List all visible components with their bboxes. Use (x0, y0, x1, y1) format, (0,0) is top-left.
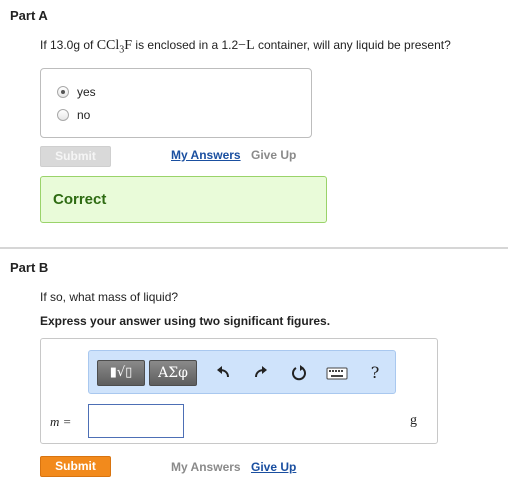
radio-yes-label[interactable]: yes (77, 85, 96, 99)
part-b-give-up-link[interactable]: Give Up (251, 460, 296, 474)
keyboard-icon-svg (326, 367, 348, 380)
template-button[interactable]: ▮√▯ (97, 360, 145, 386)
math-toolbar: ▮√▯ ΑΣφ ? (88, 350, 396, 394)
unit-label: g (410, 413, 417, 428)
undo-icon[interactable] (213, 363, 233, 383)
part-a-question: If 13.0g of CCl3F is enclosed in a 1.2−L… (40, 38, 451, 55)
radio-no-label[interactable]: no (77, 108, 90, 122)
correct-feedback-text: Correct (53, 191, 107, 208)
redo-icon-svg (255, 366, 267, 378)
formula-tail: F (124, 38, 133, 53)
keyboard-icon[interactable] (325, 363, 349, 383)
correct-feedback-box: Correct (40, 176, 327, 223)
part-b-instruction: Express your answer using two significan… (40, 314, 331, 328)
greek-symbols-button[interactable]: ΑΣφ (149, 360, 197, 386)
radio-no[interactable] (57, 109, 69, 121)
redo-icon[interactable] (251, 363, 271, 383)
part-a-submit-button[interactable]: Submit (40, 146, 111, 167)
part-b-my-answers-link[interactable]: My Answers (171, 460, 241, 474)
part-a-my-answers-link[interactable]: My Answers (171, 148, 241, 162)
question-mid: is enclosed in a 1.2 (132, 38, 239, 52)
part-a-give-up-link[interactable]: Give Up (251, 148, 296, 162)
part-divider (0, 247, 508, 249)
undo-icon-svg (217, 366, 229, 378)
question-pre: If 13.0g of (40, 38, 97, 52)
reset-icon[interactable] (289, 363, 309, 383)
help-icon[interactable]: ? (365, 363, 385, 383)
volume-unit: −L (238, 38, 255, 53)
question-post: container, will any liquid be present? (254, 38, 451, 52)
answer-choices-box: yes no (40, 68, 312, 138)
part-b-submit-button[interactable]: Submit (40, 456, 111, 477)
formula-main: CCl (96, 38, 120, 53)
variable-label: m = (50, 414, 72, 429)
mass-answer-input[interactable] (88, 404, 184, 438)
part-b-question: If so, what mass of liquid? (40, 290, 179, 304)
part-a-title: Part A (10, 8, 48, 23)
reset-icon-svg (292, 365, 306, 381)
radio-yes[interactable] (57, 86, 69, 98)
part-b-title: Part B (10, 260, 49, 275)
